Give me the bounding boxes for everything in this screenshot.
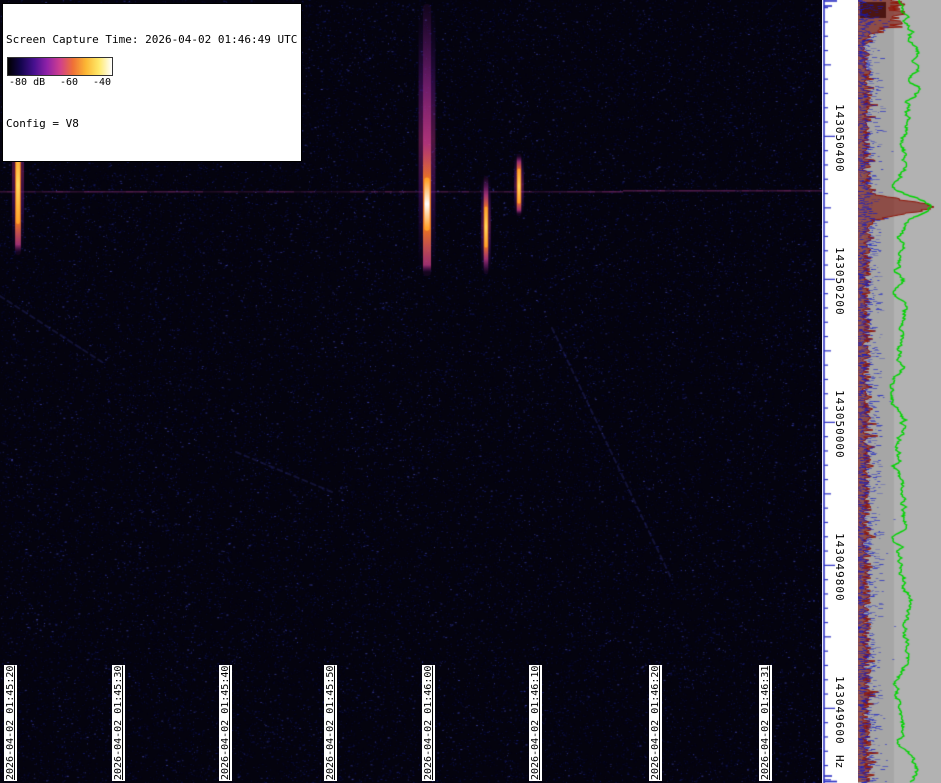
scale-max-label: -40 (92, 77, 111, 88)
color-gradient-bar (7, 57, 113, 76)
time-tick-label: 2026-04-02 01:46:20 (649, 664, 662, 781)
time-tick-label: 2026-04-02 01:46:31 (759, 664, 772, 781)
time-tick-label: 2026-04-02 01:45:20 (4, 664, 17, 781)
live-spectrum-panel (858, 0, 941, 783)
time-tick-label: 2026-04-02 01:46:00 (422, 664, 435, 781)
frequency-axis: 143050400 143050200 143050000 143049800 1430… (822, 0, 858, 783)
frequency-tick-label: 143049800 (833, 532, 846, 602)
color-scale-labels: -80 dB -60 -40 (7, 76, 113, 89)
config-text: Config = V8 (6, 117, 79, 130)
frequency-tick-label: 143049600 (833, 675, 846, 745)
scale-min-label: -80 dB (9, 77, 46, 88)
intensity-color-scale: -80 dB -60 -40 (6, 56, 114, 90)
time-tick-label: 2026-04-02 01:46:10 (529, 664, 542, 781)
frequency-tick-label: 143050400 (833, 103, 846, 173)
time-tick-label: 2026-04-02 01:45:40 (219, 664, 232, 781)
spectrum-lab-capture: Screen Capture Time: 2026-04-02 01:46:49… (0, 0, 941, 783)
frequency-tick-label: 143050200 (833, 246, 846, 316)
capture-time-text: Screen Capture Time: 2026-04-02 01:46:49… (6, 33, 298, 46)
time-tick-label: 2026-04-02 01:45:30 (112, 664, 125, 781)
frequency-tick-label: 143050000 (833, 389, 846, 459)
time-tick-label: 2026-04-02 01:45:50 (324, 664, 337, 781)
scale-mid-label: -60 (60, 77, 79, 88)
frequency-unit-label: Hz (833, 755, 846, 769)
